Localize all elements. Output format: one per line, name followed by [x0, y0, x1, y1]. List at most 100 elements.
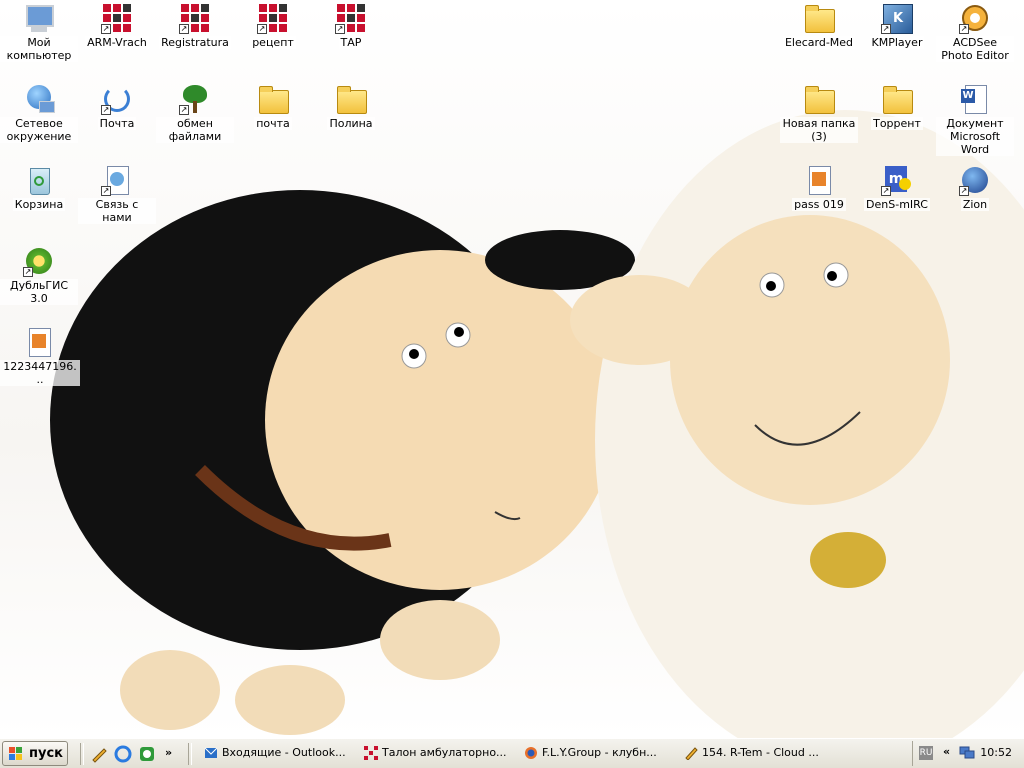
- tar-icon: ↗: [335, 2, 367, 34]
- taskbar-button-outlook[interactable]: Входящие - Outlook...: [200, 742, 350, 766]
- desktop-icon-pochta[interactable]: ↗ Почта: [78, 83, 156, 130]
- pass-file-icon: [803, 164, 835, 196]
- desktop-icon-acdsee[interactable]: ↗ ACDSee Photo Editor: [936, 2, 1014, 62]
- start-label: пуск: [29, 746, 63, 761]
- recept-icon: ↗: [257, 2, 289, 34]
- quick-launch-edit-icon[interactable]: [90, 745, 108, 763]
- mirc-icon: m ↗: [881, 164, 913, 196]
- folder-icon: [881, 83, 913, 115]
- folder-icon: [257, 83, 289, 115]
- desktop-icon-label: Сетевое окружение: [0, 117, 78, 143]
- desktop-icon-contact-us[interactable]: ↗ Связь с нами: [78, 164, 156, 224]
- desktop-icon-label: Мой компьютер: [0, 36, 78, 62]
- desktop-icon-label: Elecard-Med: [782, 36, 856, 49]
- start-button[interactable]: пуск: [2, 741, 68, 766]
- desktop-icon-label: рецепт: [250, 36, 296, 49]
- desktop-icon-elecard-med[interactable]: Elecard-Med: [780, 2, 858, 49]
- desktop-icon-label: почта: [254, 117, 292, 130]
- white-sheep-bell: [810, 532, 886, 588]
- taskbar-separator: [188, 743, 192, 765]
- winamp-icon: [685, 747, 698, 760]
- quick-launch-ie-icon[interactable]: [114, 745, 132, 763]
- desktop-icon-zion[interactable]: ↗ Zion: [936, 164, 1014, 211]
- recycle-bin-icon: [23, 164, 55, 196]
- windows-logo-icon: [9, 747, 22, 760]
- clock[interactable]: 10:52: [980, 746, 1012, 759]
- taskbar-button-talon[interactable]: Талон амбулаторно...: [360, 742, 510, 766]
- taskbar: пуск » Входящие - Outlook... Талон амбул…: [0, 738, 1024, 768]
- desktop-icon-label: обмен файлами: [156, 117, 234, 143]
- taskbar-button-label: 154. R-Tem - Cloud ...: [702, 746, 819, 759]
- desktop-icon-label: Registratura: [159, 36, 231, 49]
- desktop-icon-file-exchange[interactable]: ↗ обмен файлами: [156, 83, 234, 143]
- folder-icon: [803, 83, 835, 115]
- desktop-icon-my-computer[interactable]: Мой компьютер: [0, 2, 78, 62]
- language-indicator[interactable]: RU: [919, 746, 933, 760]
- desktop-icon-label: KMPlayer: [869, 36, 925, 49]
- zion-icon: ↗: [959, 164, 991, 196]
- black-sheep-leg-right: [380, 600, 500, 680]
- taskbar-button-winamp[interactable]: 154. R-Tem - Cloud ...: [680, 742, 830, 766]
- network-tray-icon[interactable]: [959, 746, 975, 760]
- taskbar-button-label: Входящие - Outlook...: [222, 746, 346, 759]
- desktop-icon-label: ТАР: [338, 36, 364, 49]
- quick-launch-more-button[interactable]: »: [165, 746, 172, 759]
- black-sheep-leg-left: [120, 650, 220, 730]
- desktop-icon-polina[interactable]: Полина: [312, 83, 390, 130]
- desktop-icon-dens-mirc[interactable]: m ↗ DenS-mIRC: [858, 164, 936, 211]
- file-exchange-icon: ↗: [179, 83, 211, 115]
- image-file-icon: [23, 326, 55, 358]
- dublgis-icon: ↗: [23, 245, 55, 277]
- mail-icon: ↗: [101, 83, 133, 115]
- desktop-icon-pochta-folder[interactable]: почта: [234, 83, 312, 130]
- desktop-icon-registratura[interactable]: ↗ Registratura: [156, 2, 234, 49]
- taskbar-button-label: Талон амбулаторно...: [382, 746, 507, 759]
- desktop-icon-label: ARM-Vrach: [85, 36, 149, 49]
- folder-icon: [803, 2, 835, 34]
- network-icon: [23, 83, 55, 115]
- quick-launch-media-icon[interactable]: [138, 745, 156, 763]
- talon-app-icon: [364, 746, 378, 760]
- tray-collapse-button[interactable]: «: [943, 745, 950, 758]
- taskbar-button-label: F.L.Y.Group - клубн...: [542, 746, 657, 759]
- firefox-icon: [525, 747, 537, 759]
- desktop-icon-tar[interactable]: ↗ ТАР: [312, 2, 390, 49]
- desktop-icon-label: 1223447196...: [0, 360, 80, 386]
- taskbar-button-firefox[interactable]: F.L.Y.Group - клубн...: [520, 742, 670, 766]
- desktop-icon-label: ACDSee Photo Editor: [936, 36, 1014, 62]
- desktop-icon-label: pass 019: [792, 198, 846, 211]
- desktop-icon-label: ДубльГИС 3.0: [0, 279, 78, 305]
- desktop-icon-label: DenS-mIRC: [864, 198, 930, 211]
- desktop-icon-label: Полина: [327, 117, 375, 130]
- desktop-icon-image-file[interactable]: 1223447196...: [0, 326, 80, 386]
- desktop-icon-label: Новая папка (3): [780, 117, 858, 143]
- desktop-icon-dublgis[interactable]: ↗ ДубльГИС 3.0: [0, 245, 78, 305]
- desktop-icon-new-folder[interactable]: Новая папка (3): [780, 83, 858, 143]
- black-sheep-leg-mid: [235, 665, 345, 735]
- contact-us-icon: ↗: [101, 164, 133, 196]
- desktop-icon-label: Zion: [960, 198, 990, 211]
- white-sheep-ear: [570, 275, 710, 365]
- folder-icon: [335, 83, 367, 115]
- desktop-icon-label: Корзина: [12, 198, 66, 211]
- desktop-icon-pass-019[interactable]: pass 019: [780, 164, 858, 211]
- desktop-icon-label: Торрент: [871, 117, 923, 130]
- kmplayer-icon: K ↗: [881, 2, 913, 34]
- registratura-icon: ↗: [179, 2, 211, 34]
- desktop-icon-network[interactable]: Сетевое окружение: [0, 83, 78, 143]
- desktop-icon-arm-vrach[interactable]: ↗ ARM-Vrach: [78, 2, 156, 49]
- desktop-icon-label: Документ Microsoft Word: [936, 117, 1014, 156]
- white-sheep-face: [670, 215, 950, 505]
- desktop-icon-kmplayer[interactable]: K ↗ KMPlayer: [858, 2, 936, 49]
- arm-vrach-icon: ↗: [101, 2, 133, 34]
- acdsee-icon: ↗: [959, 2, 991, 34]
- desktop-icon-label: Почта: [97, 117, 137, 130]
- outlook-icon: [204, 747, 218, 758]
- desktop-icon-recycle-bin[interactable]: Корзина: [0, 164, 78, 211]
- word-document-icon: W: [959, 83, 991, 115]
- desktop-icon-word-document[interactable]: W Документ Microsoft Word: [936, 83, 1014, 156]
- desktop[interactable]: Мой компьютер ↗ ARM-Vrach ↗ Registratura…: [0, 0, 1024, 738]
- desktop-icon-recept[interactable]: ↗ рецепт: [234, 2, 312, 49]
- system-tray: RU « 10:52: [912, 741, 1022, 766]
- desktop-icon-torrent[interactable]: Торрент: [858, 83, 936, 130]
